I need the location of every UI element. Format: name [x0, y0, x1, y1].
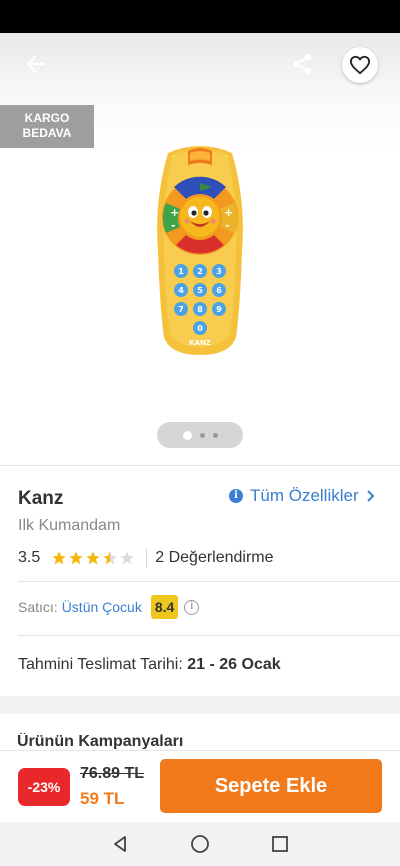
system-nav-bar — [0, 822, 400, 866]
purchase-bar: -23% 76.89 TL 59 TL Sepete Ekle — [0, 750, 400, 822]
svg-text:6: 6 — [216, 286, 222, 295]
share-button[interactable] — [284, 48, 320, 80]
svg-text:KANZ: KANZ — [189, 339, 211, 347]
divider — [18, 581, 400, 582]
review-count[interactable]: 2 Değerlendirme — [155, 549, 273, 567]
nav-recents-button[interactable] — [260, 824, 300, 864]
product-brand[interactable]: Kanz — [18, 488, 63, 510]
delivery-estimate: Tahmini Teslimat Tarihi: 21 - 26 Ocak — [18, 656, 281, 674]
new-price: 59 TL — [80, 789, 125, 808]
svg-text:-: - — [225, 219, 230, 232]
svg-text:+: + — [224, 206, 233, 219]
nav-back-button[interactable] — [100, 824, 140, 864]
svg-text:0: 0 — [197, 324, 203, 333]
svg-text:1: 1 — [178, 267, 184, 276]
seller-score-badge: 8.4 — [150, 595, 179, 619]
divider — [146, 548, 148, 568]
pager-dot[interactable] — [212, 432, 218, 438]
seller-name-link[interactable]: Üstün Çocuk — [62, 599, 142, 615]
star-empty-icon — [120, 551, 134, 565]
free-shipping-badge: KARGO BEDAVA — [0, 105, 94, 148]
section-gap — [0, 696, 400, 714]
svg-text:5: 5 — [197, 286, 203, 295]
image-pager[interactable] — [157, 422, 243, 448]
pager-dot-active[interactable] — [182, 430, 192, 440]
delivery-label: Tahmini Teslimat Tarihi: — [18, 656, 183, 673]
svg-text:3: 3 — [216, 267, 222, 276]
campaigns-title: Ürünün Kampanyaları — [17, 733, 184, 749]
seller-label: Satıcı: — [18, 599, 58, 615]
nav-back-icon — [114, 836, 126, 852]
svg-text:9: 9 — [216, 305, 222, 314]
star-icon — [86, 551, 100, 565]
rating-value: 3.5 — [18, 549, 41, 566]
svg-text:2: 2 — [197, 267, 203, 276]
star-icon — [69, 551, 83, 565]
back-button[interactable] — [18, 48, 54, 80]
svg-text:-: - — [171, 219, 176, 232]
nav-home-icon — [191, 835, 209, 853]
product-gallery[interactable]: KARGO BEDAVA + - + - 1 2 3 4 5 6 7 8 9 0… — [0, 33, 400, 465]
all-specs-link[interactable]: i Tüm Özellikler — [229, 486, 376, 506]
rating-stars — [51, 550, 135, 566]
add-to-cart-button[interactable]: Sepete Ekle — [160, 759, 382, 813]
free-shipping-line1: KARGO — [24, 111, 70, 125]
favorite-button[interactable] — [342, 47, 378, 83]
free-shipping-line2: BEDAVA — [22, 126, 72, 140]
divider — [18, 635, 400, 636]
status-bar — [0, 0, 400, 33]
divider — [0, 465, 400, 466]
heart-outline-icon — [349, 55, 370, 75]
product-image[interactable]: + - + - 1 2 3 4 5 6 7 8 9 0 KANZ — [150, 141, 250, 357]
delivery-dates: 21 - 26 Ocak — [187, 656, 281, 673]
discount-badge: -23% — [18, 768, 70, 806]
star-half-icon — [103, 551, 117, 565]
svg-text:4: 4 — [178, 286, 184, 295]
star-icon — [52, 551, 66, 565]
product-name: Ilk Kumandam — [18, 517, 121, 534]
nav-recents-icon — [272, 836, 288, 852]
nav-home-button[interactable] — [180, 824, 220, 864]
svg-text:+: + — [170, 206, 179, 219]
share-icon — [293, 54, 311, 74]
svg-text:8: 8 — [197, 305, 203, 314]
arrow-left-icon — [26, 55, 46, 73]
info-icon[interactable]: i — [184, 599, 200, 615]
all-specs-label: Tüm Özellikler — [250, 486, 359, 505]
old-price: 76.89 TL — [80, 765, 145, 782]
chevron-right-icon — [366, 490, 375, 502]
svg-text:7: 7 — [178, 305, 184, 314]
pager-dot[interactable] — [199, 432, 205, 438]
seller-row: Satıcı: Üstün Çocuk 8.4 i — [18, 594, 200, 620]
info-icon: i — [229, 489, 243, 503]
rating-row[interactable]: 3.5 2 Değerlendirme — [18, 547, 274, 569]
